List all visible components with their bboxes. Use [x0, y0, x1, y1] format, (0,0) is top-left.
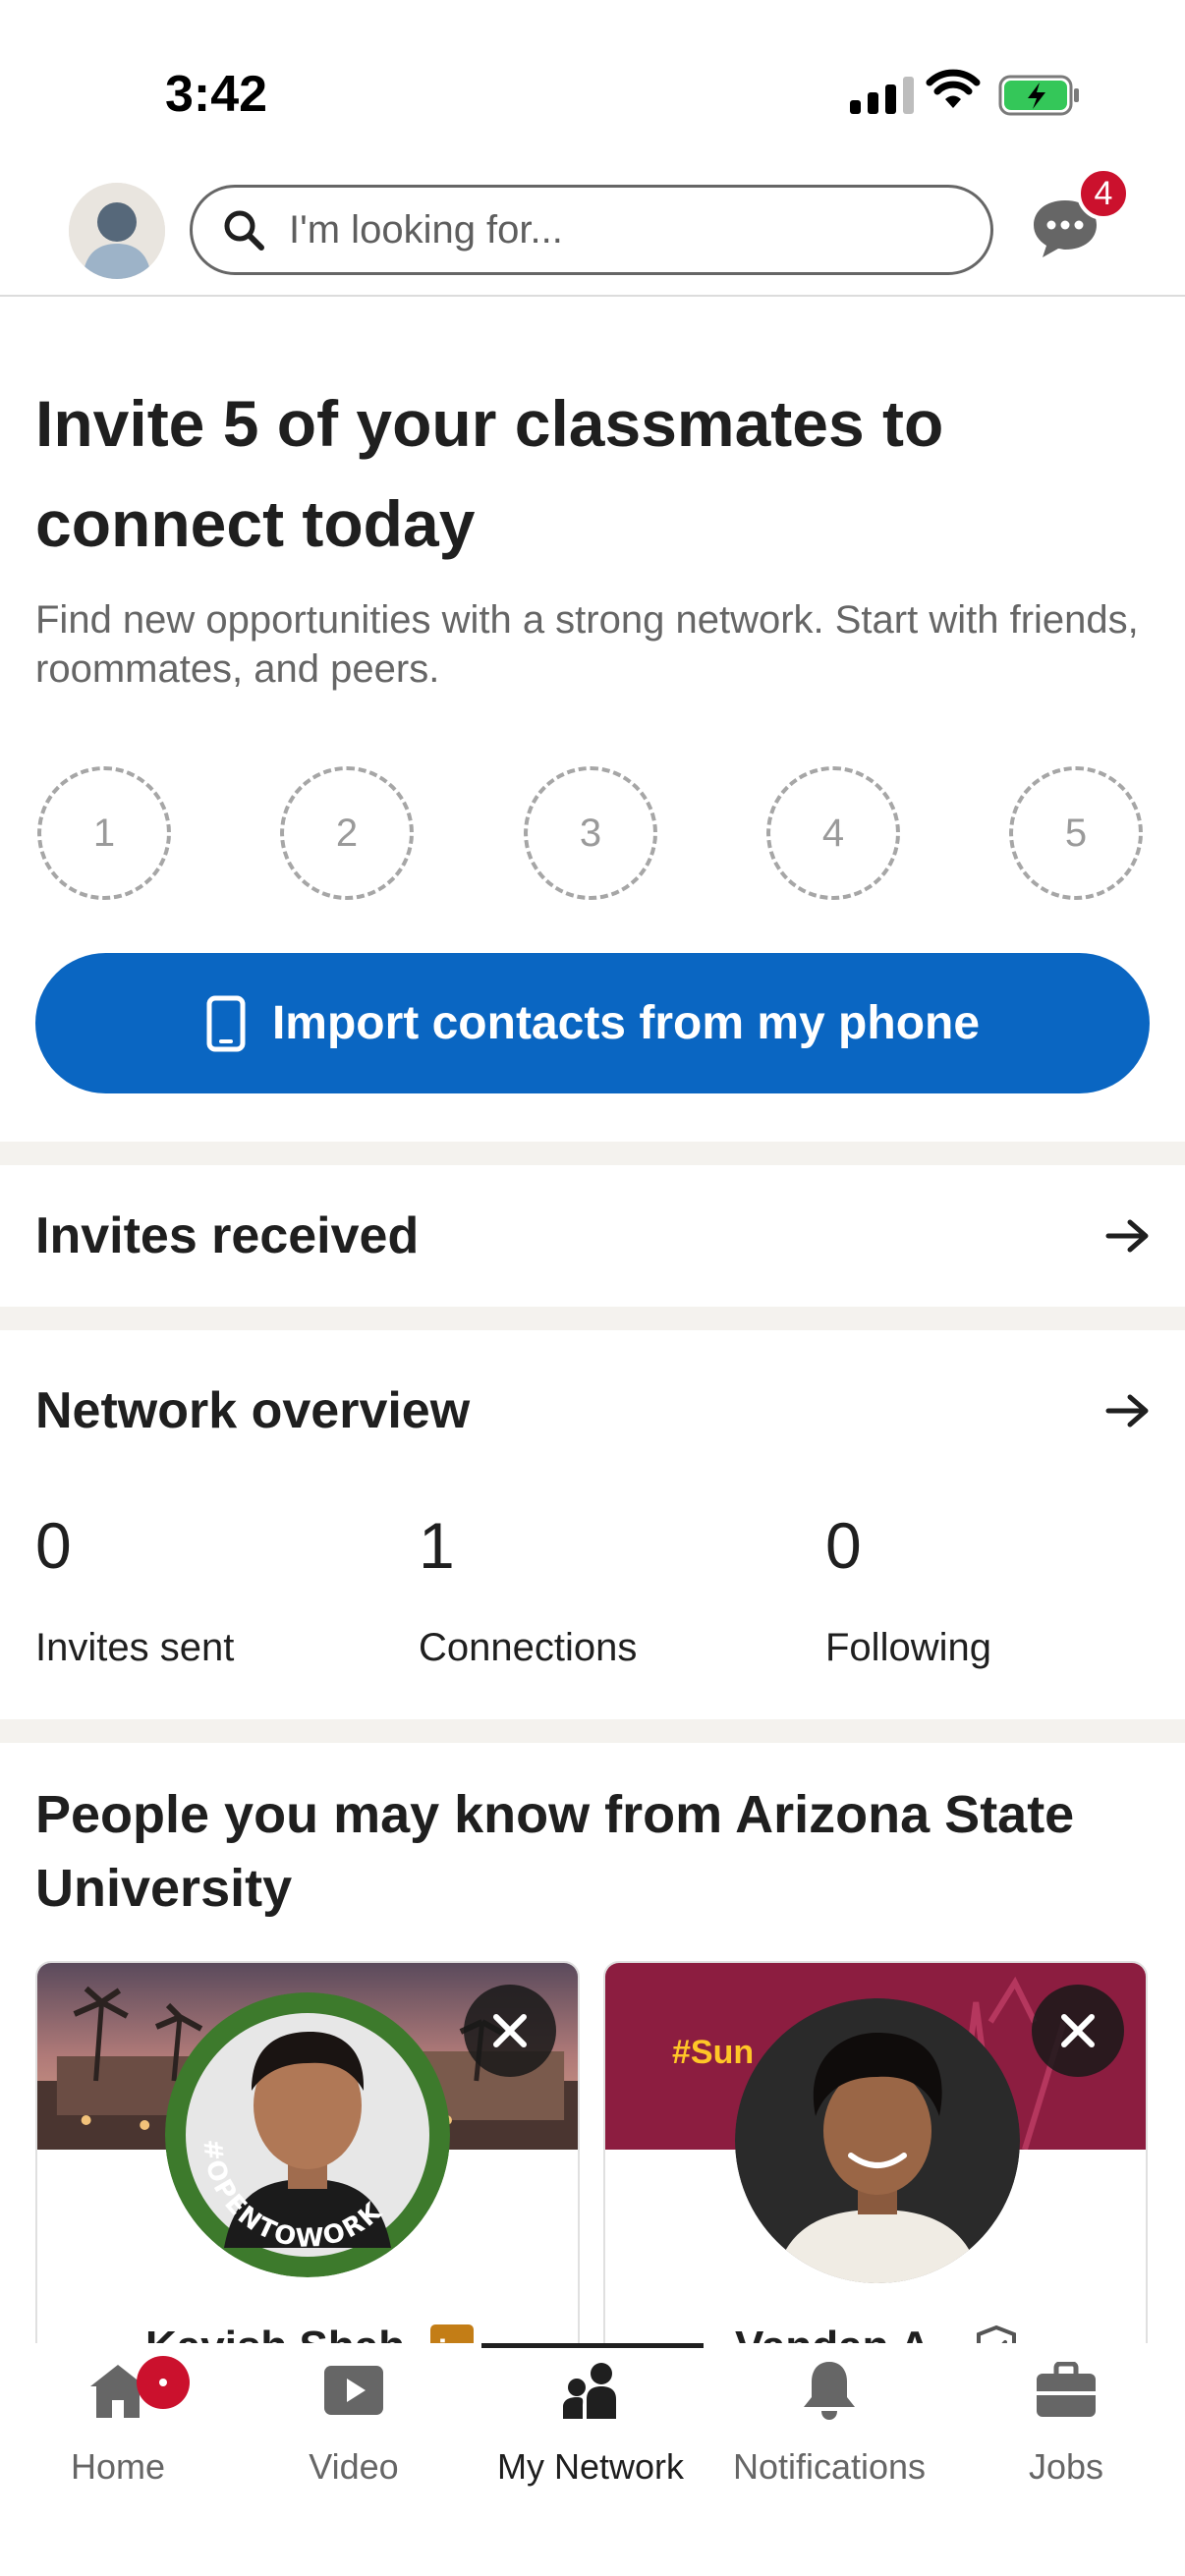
nav-notifications[interactable]: Notifications: [711, 2356, 947, 2488]
wifi-icon: [926, 69, 981, 108]
nav-video[interactable]: Video: [236, 2356, 472, 2488]
dismiss-button[interactable]: [464, 1985, 556, 2077]
network-overview-label: Network overview: [35, 1382, 471, 1439]
close-icon: [1061, 2014, 1095, 2047]
person-card[interactable]: #OPENTOWORK Kavish Shah in: [35, 1961, 580, 2393]
network-overview-row[interactable]: Network overview: [0, 1330, 1185, 1478]
network-icon: [563, 2363, 616, 2419]
nav-video-label: Video: [309, 2446, 399, 2487]
home-notification-dot: [137, 2356, 190, 2409]
arrow-right-icon: [1105, 1219, 1149, 1253]
following-label: Following: [825, 1626, 991, 1669]
dismiss-button[interactable]: [1032, 1985, 1124, 2077]
nav-home[interactable]: Home: [0, 2356, 236, 2488]
banner-text: #Sun: [672, 2034, 755, 2071]
messages-badge: 4: [1077, 167, 1130, 220]
nav-my-network[interactable]: My Network: [473, 2356, 708, 2488]
invite-slot: 3: [524, 766, 657, 900]
profile-avatar[interactable]: [69, 183, 165, 279]
nav-jobs[interactable]: Jobs: [948, 2356, 1184, 2488]
invite-slot: 1: [37, 766, 171, 900]
section-separator: [0, 1307, 1185, 1330]
search-placeholder: I'm looking for...: [289, 207, 563, 252]
invite-subtitle: Find new opportunities with a strong net…: [35, 598, 1139, 691]
search-icon: [224, 210, 264, 251]
nav-home-label: Home: [70, 2446, 166, 2487]
nav-notifications-label: Notifications: [732, 2446, 927, 2487]
nav-active-indicator: [481, 2343, 704, 2348]
section-separator: [0, 1142, 1185, 1165]
status-time: 3:42: [165, 66, 268, 123]
close-icon: [493, 2014, 527, 2047]
section-separator: [0, 1719, 1185, 1743]
nav-jobs-label: Jobs: [1028, 2446, 1104, 2487]
person-card[interactable]: #Sun Vandan A.: [603, 1961, 1148, 2393]
nav-my-network-label: My Network: [496, 2446, 685, 2487]
cellular-signal-icon: [850, 77, 914, 114]
following-count: 0: [825, 1509, 862, 1582]
profile-photo: [735, 1998, 1020, 2283]
battery-charging-icon: [998, 75, 1079, 116]
connections-count: 1: [419, 1509, 455, 1582]
arrow-right-icon: [1105, 1394, 1149, 1428]
invite-slot: 5: [1009, 766, 1143, 900]
invites-received-label: Invites received: [35, 1207, 420, 1264]
invites-sent-count: 0: [35, 1509, 72, 1582]
pymk-title: People you may know from Arizona State U…: [35, 1785, 1075, 1918]
import-contacts-button[interactable]: Import contacts from my phone: [35, 953, 1150, 1093]
invites-sent-label: Invites sent: [35, 1626, 235, 1669]
profile-photo: #OPENTOWORK: [165, 1992, 450, 2277]
default-avatar-icon: [69, 183, 165, 279]
phone-icon: [206, 995, 246, 1051]
briefcase-icon: [1037, 2362, 1096, 2417]
connections-label: Connections: [419, 1626, 638, 1669]
search-input[interactable]: I'm looking for...: [190, 185, 993, 275]
invites-received-row[interactable]: Invites received: [0, 1165, 1185, 1307]
bell-icon: [804, 2362, 855, 2420]
invite-title: Invite 5 of your classmates to connect t…: [35, 387, 944, 560]
invite-slot: 2: [280, 766, 414, 900]
video-icon: [324, 2366, 383, 2415]
import-contacts-label: Import contacts from my phone: [271, 997, 981, 1049]
invite-slot: 4: [766, 766, 900, 900]
topbar-divider: [0, 295, 1185, 297]
